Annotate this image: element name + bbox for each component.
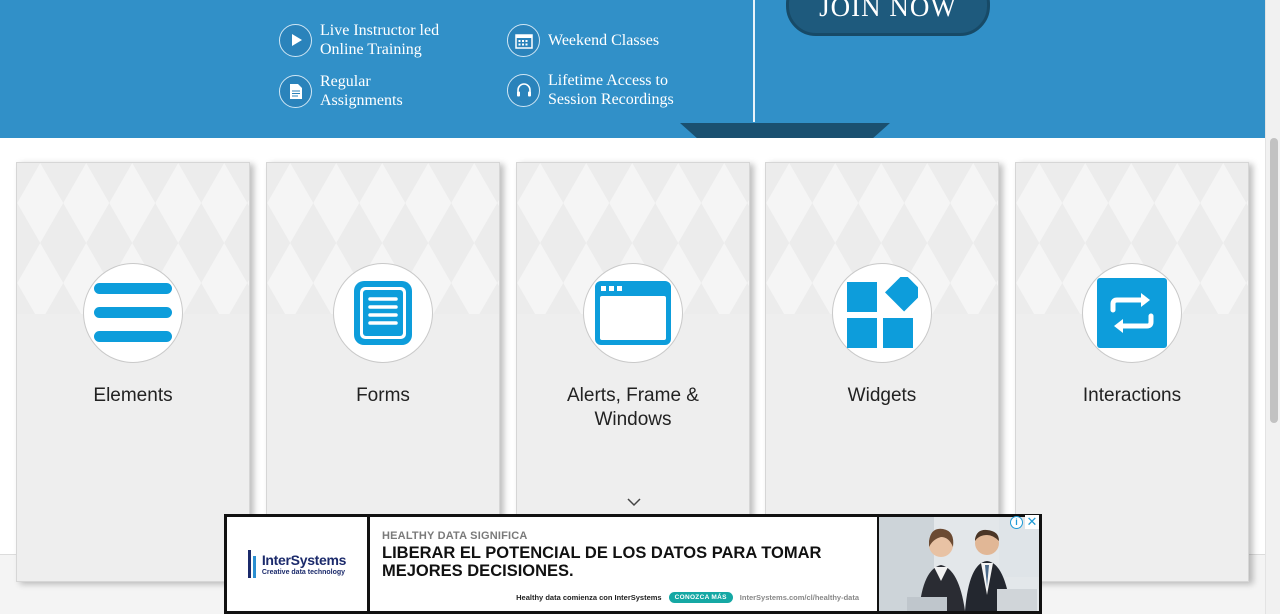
feature-live-training: Live Instructor led Online Training	[279, 21, 439, 59]
intersystems-logo-icon	[247, 550, 256, 578]
banner-ribbon	[680, 123, 890, 138]
form-document-icon	[354, 281, 412, 345]
ad-cta-button[interactable]: CONOZCA MÁS	[668, 592, 733, 603]
chevron-down-icon[interactable]	[626, 496, 642, 508]
ad-logo[interactable]: InterSystems Creative data technology	[227, 517, 367, 611]
card-icon-circle	[1082, 263, 1182, 363]
widgets-icon	[847, 277, 918, 348]
training-banner: Live Instructor led Online Training Week…	[0, 0, 1265, 138]
scrollbar-thumb[interactable]	[1270, 138, 1278, 423]
card-icon-circle	[583, 263, 683, 363]
play-icon	[279, 23, 312, 57]
browser-window-icon	[595, 281, 671, 345]
menu-lines-icon	[94, 283, 172, 342]
ad-kicker: HEALTHY DATA SIGNIFICA	[382, 530, 528, 542]
join-now-button[interactable]: JOIN NOW	[786, 0, 990, 36]
ad-tagline: Creative data technology	[261, 569, 346, 576]
ad-headline: LIBERAR EL POTENCIAL DE LOS DATOS PARA T…	[382, 544, 822, 580]
ad-close-icon[interactable]: ✕	[1025, 515, 1039, 529]
business-people-photo	[879, 517, 1039, 611]
calendar-icon	[507, 24, 540, 57]
card-title: Forms	[356, 385, 410, 406]
feature-assignments: Regular Assignments	[279, 72, 403, 110]
advertisement-banner[interactable]: InterSystems Creative data technology HE…	[224, 514, 1042, 614]
card-icon-circle	[83, 263, 183, 363]
ad-url[interactable]: InterSystems.com/cl/healthy-data	[740, 593, 859, 602]
card-title: Interactions	[1082, 385, 1182, 406]
feature-lifetime-access: Lifetime Access to Session Recordings	[507, 71, 674, 109]
ad-photo[interactable]	[879, 517, 1039, 611]
headphones-icon	[507, 73, 540, 107]
ad-brand: InterSystems	[261, 552, 347, 568]
card-icon-circle	[333, 263, 433, 363]
ad-footer-text: Healthy data comienza con InterSystems	[516, 593, 662, 602]
card-title: Alerts, Frame & Windows	[567, 385, 699, 430]
feature-text: Live Instructor led Online Training	[320, 22, 440, 58]
banner-divider	[753, 0, 755, 122]
card-title: Elements	[93, 385, 173, 406]
feature-text: Weekend Classes	[548, 32, 660, 49]
card-interactions[interactable]: Interactions	[1015, 162, 1249, 582]
card-title: Widgets	[847, 385, 917, 406]
page-scrollbar[interactable]	[1265, 0, 1280, 614]
ad-footer: Healthy data comienza con InterSystems C…	[516, 592, 859, 603]
ad-info-icon[interactable]: i	[1010, 516, 1023, 529]
ad-content[interactable]: HEALTHY DATA SIGNIFICA LIBERAR EL POTENC…	[370, 517, 877, 611]
feature-text: Regular Assignments	[320, 73, 403, 109]
feature-text: Lifetime Access to Session Recordings	[548, 72, 674, 108]
card-elements[interactable]: Elements	[16, 162, 250, 582]
interactions-arrows-icon	[1097, 278, 1167, 348]
card-icon-circle	[832, 263, 932, 363]
feature-weekend-classes: Weekend Classes	[507, 24, 659, 57]
document-icon	[279, 74, 312, 108]
